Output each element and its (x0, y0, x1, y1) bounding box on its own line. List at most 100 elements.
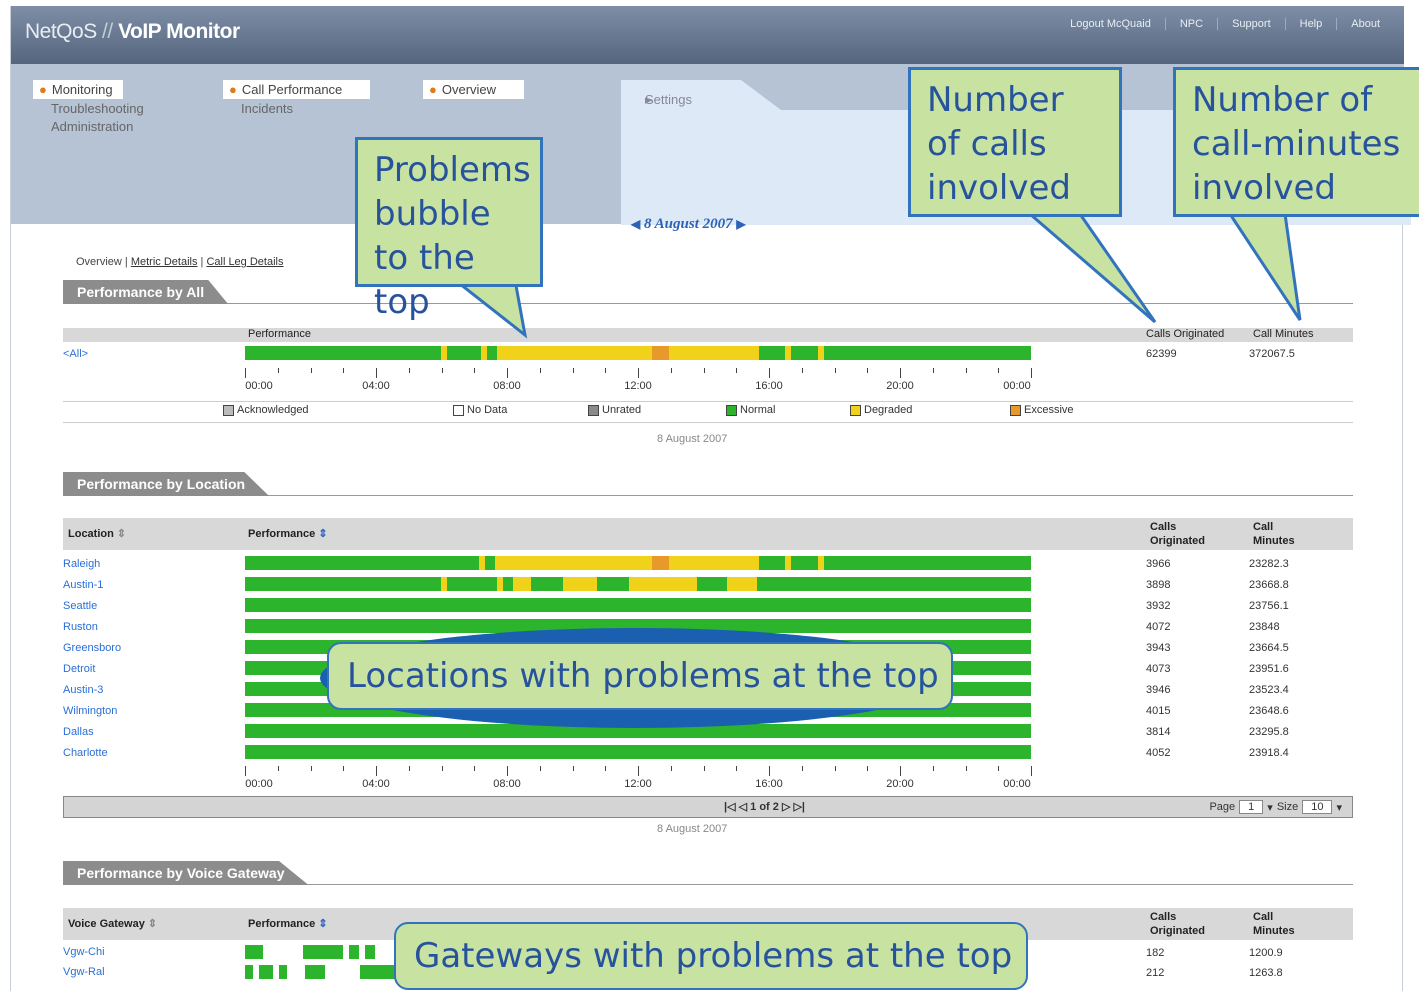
col-calls-originated[interactable]: Calls Originated (1150, 910, 1205, 938)
legend-label: Acknowledged (237, 404, 309, 416)
axis-tick (343, 368, 345, 373)
axis-tick (310, 766, 312, 771)
section-header-all: Performance by All (63, 280, 1353, 304)
sort-icon: ⇕ (318, 528, 328, 540)
gateway-calls: 182 (1146, 947, 1165, 959)
size-select[interactable]: 10 (1302, 800, 1333, 814)
col-label: Calls (1150, 521, 1177, 533)
col-label: Voice Gateway (68, 918, 145, 930)
col-call-minutes[interactable]: Call Minutes (1253, 520, 1295, 548)
chevron-down-icon[interactable]: ▾ (1336, 801, 1342, 814)
logout-link[interactable]: Logout McQuaid (1056, 18, 1165, 30)
axis-tick (834, 368, 836, 373)
axis-tick (507, 368, 508, 378)
nav-incidents[interactable]: Incidents (223, 99, 370, 119)
legend-label: No Data (467, 404, 508, 416)
gateway-row-link[interactable]: Vgw-Chi (63, 946, 105, 958)
date-navigator: ◀ 8 August 2007 ▶ (631, 216, 746, 233)
next-page-icon[interactable]: ▷ (782, 801, 790, 813)
axis-tick (932, 368, 934, 373)
prev-page-icon[interactable]: ◁ (739, 801, 747, 813)
col-call-minutes: Call Minutes (1253, 328, 1314, 340)
support-link[interactable]: Support (1217, 18, 1285, 30)
legend-acknowledged: Acknowledged (223, 404, 309, 416)
nav-troubleshooting[interactable]: Troubleshooting (33, 99, 144, 119)
degraded-segment (818, 346, 824, 360)
help-link[interactable]: Help (1284, 18, 1337, 30)
col-location[interactable]: Location ⇕ (68, 527, 126, 540)
location-link[interactable]: Dallas (63, 726, 94, 738)
axis-tick (998, 766, 1000, 771)
last-page-icon[interactable]: ▷| (793, 801, 805, 813)
bullet-icon: ● (429, 82, 437, 97)
prev-date-icon[interactable]: ◀ (631, 217, 640, 231)
pager-nav[interactable]: |◁ ◁ 1 of 2 ▷ ▷| (724, 800, 805, 813)
chevron-down-icon[interactable]: ▾ (1267, 801, 1273, 814)
legend-label: Excessive (1024, 404, 1074, 416)
col-label: Calls (1150, 911, 1177, 923)
section-header-gateway: Performance by Voice Gateway (63, 861, 1353, 885)
col-call-minutes[interactable]: Call Minutes (1253, 910, 1295, 938)
nav-group-calls: ● Call Performance Incidents (223, 80, 371, 119)
location-minutes: 23664.5 (1249, 642, 1289, 654)
axis-tick (1031, 368, 1032, 378)
location-link[interactable]: Austin-1 (63, 579, 103, 591)
location-minutes: 23648.6 (1249, 705, 1289, 717)
location-performance-bar[interactable] (245, 577, 1031, 591)
pager-controls: Page 1 ▾ Size 10 ▾ (1209, 800, 1342, 814)
nav-label: Monitoring (51, 82, 113, 97)
gateway-row-link[interactable]: Vgw-Ral (63, 966, 105, 978)
nav-administration[interactable]: Administration (33, 119, 144, 135)
nav-label: Call Performance (241, 82, 343, 97)
location-performance-bar[interactable] (245, 598, 1031, 612)
location-link[interactable]: Charlotte (63, 747, 108, 759)
nav-monitoring[interactable]: ● Monitoring (33, 80, 123, 99)
location-link[interactable]: Greensboro (63, 642, 121, 654)
nav-group-main: ● Monitoring Troubleshooting Administrati… (33, 80, 144, 135)
location-calls: 3814 (1146, 726, 1171, 738)
nav-call-performance[interactable]: ● Call Performance (223, 80, 371, 99)
location-performance-bar[interactable] (245, 745, 1031, 759)
all-performance-bar[interactable] (245, 346, 1031, 360)
col-calls-originated[interactable]: Calls Originated (1150, 520, 1205, 548)
callout-gateways: Gateways with problems at the top (394, 922, 1028, 990)
call-leg-details-link[interactable]: Call Leg Details (206, 256, 283, 268)
col-voice-gateway[interactable]: Voice Gateway ⇕ (68, 917, 157, 930)
location-link[interactable]: Austin-3 (63, 684, 103, 696)
location-link[interactable]: Ruston (63, 621, 98, 633)
col-performance[interactable]: Performance ⇕ (248, 917, 328, 930)
col-label: Minutes (1253, 925, 1295, 937)
axis-tick (834, 766, 836, 771)
location-performance-bar[interactable] (245, 556, 1031, 570)
all-row-link[interactable]: <All> (63, 348, 88, 360)
degraded-segment (497, 346, 657, 360)
col-label: Location (68, 528, 114, 540)
col-label: Call (1253, 911, 1274, 923)
nav-overview[interactable]: ● Overview (423, 80, 525, 99)
axis-tick (703, 766, 705, 771)
npc-link[interactable]: NPC (1164, 18, 1217, 30)
page-select[interactable]: 1 (1239, 800, 1264, 814)
location-link[interactable]: Seattle (63, 600, 97, 612)
degraded-segment (513, 577, 531, 591)
col-label: Originated (1150, 925, 1206, 937)
current-date: 8 August 2007 (643, 216, 733, 232)
location-link[interactable]: Wilmington (63, 705, 117, 717)
next-date-icon[interactable]: ▶ (736, 217, 745, 231)
axis-tick (998, 368, 1000, 373)
location-link[interactable]: Detroit (63, 663, 95, 675)
about-link[interactable]: About (1336, 18, 1394, 30)
axis-tick (474, 368, 476, 373)
axis-tick (932, 766, 934, 771)
axis-tick (670, 766, 672, 771)
axis-tick (900, 766, 901, 776)
axis-tick (572, 766, 574, 771)
axis-tick (736, 766, 738, 771)
axis-label: 00:00 (245, 778, 273, 790)
section-header-location: Performance by Location (63, 472, 1353, 496)
location-link[interactable]: Raleigh (63, 558, 100, 570)
metric-details-link[interactable]: Metric Details (131, 256, 198, 268)
col-performance[interactable]: Performance ⇕ (248, 527, 328, 540)
legend-swatch (1010, 404, 1021, 416)
first-page-icon[interactable]: |◁ (724, 801, 736, 813)
